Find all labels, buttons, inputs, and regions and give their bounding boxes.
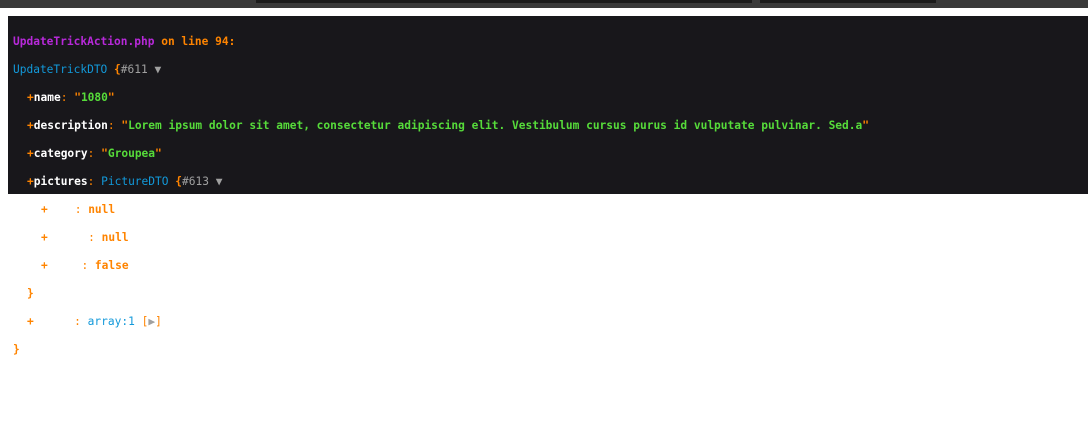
property-key: name	[33, 91, 61, 104]
property-value: Lorem ipsum dolor sit amet, consectetur …	[128, 119, 863, 132]
property-value: null	[101, 231, 129, 244]
property-legend: +legend: null	[41, 231, 129, 244]
property-file: +file: null	[41, 203, 116, 216]
dump-header: UpdateTrickAction.php on line 94:	[13, 35, 1088, 49]
dump-line-number: 94:	[215, 35, 236, 48]
property-key: pictures	[33, 175, 88, 188]
property-movies: +movies: array:1 [▶]	[27, 315, 162, 328]
property-key: legend	[47, 231, 89, 244]
property-key: file	[47, 203, 75, 216]
property-key: description	[33, 119, 108, 132]
property-value: Groupea	[107, 147, 156, 160]
property-first: +first: false	[41, 259, 129, 272]
open-brace: {	[175, 175, 182, 188]
top-bar-segment	[760, 0, 936, 3]
root-object-id: #611	[120, 63, 148, 76]
top-bar-segment	[256, 0, 752, 3]
dump-root-object: UpdateTrickDTO {#611 ▼	[13, 63, 1088, 77]
property-pictures: +pictures: PictureDTO {#613 ▼	[27, 175, 223, 188]
pictures-collapse-toggle[interactable]: ▼	[216, 175, 223, 188]
property-key: movies	[33, 315, 75, 328]
property-key: first	[47, 259, 82, 272]
browser-top-bar	[0, 0, 1088, 8]
root-close-brace: }	[13, 343, 20, 356]
property-description: +description: "Lorem ipsum dolor sit ame…	[27, 119, 869, 132]
dump-on-line-label: on line	[161, 35, 209, 48]
open-brace: {	[114, 63, 121, 76]
property-value: null	[88, 203, 116, 216]
property-category: +category: "Groupea"	[27, 147, 162, 160]
dump-file-name: UpdateTrickAction.php	[13, 35, 155, 48]
property-name: +name: "1080"	[27, 91, 115, 104]
root-class-name: UpdateTrickDTO	[13, 63, 108, 76]
property-key: category	[33, 147, 88, 160]
property-value: false	[94, 259, 129, 272]
var-dump-panel: UpdateTrickAction.php on line 94: Update…	[8, 16, 1088, 356]
property-value: array:1	[87, 315, 135, 328]
pictures-object-id: #613	[181, 175, 209, 188]
property-value: 1080	[80, 91, 108, 104]
pictures-close-brace: }	[27, 287, 34, 300]
pictures-class-name: PictureDTO	[101, 175, 169, 188]
root-collapse-toggle[interactable]: ▼	[155, 63, 162, 76]
